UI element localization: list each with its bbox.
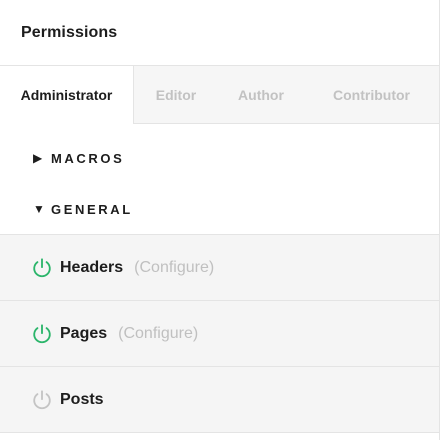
power-icon[interactable]	[31, 257, 53, 279]
group-label-macros: MACROS	[51, 150, 125, 166]
permission-row-headers: Headers (Configure)	[0, 235, 439, 301]
permission-label: Pages	[60, 324, 108, 342]
caret-down-icon: ▼	[33, 202, 45, 216]
panel-header: Permissions	[0, 0, 439, 66]
tab-author[interactable]: Author	[218, 66, 304, 123]
permission-label: Headers	[60, 258, 124, 276]
configure-link[interactable]: (Configure)	[134, 259, 214, 277]
group-label-general: GENERAL	[51, 201, 133, 217]
caret-right-icon: ▶	[33, 151, 43, 165]
tab-editor[interactable]: Editor	[134, 66, 218, 123]
group-toggle-macros[interactable]: ▶ MACROS	[0, 132, 439, 184]
permission-list: Headers (Configure) Pages (Configure) Po…	[0, 234, 439, 433]
tab-contributor[interactable]: Contributor	[304, 66, 439, 123]
power-icon[interactable]	[31, 323, 53, 345]
group-toggle-general[interactable]: ▼ GENERAL	[0, 184, 439, 234]
power-icon[interactable]	[31, 389, 53, 411]
permission-row-pages: Pages (Configure)	[0, 301, 439, 367]
permission-label: Posts	[60, 390, 104, 408]
permission-row-posts: Posts	[0, 367, 439, 433]
page-title: Permissions	[21, 23, 118, 41]
permissions-panel: Permissions Administrator Editor Author …	[0, 0, 440, 440]
tab-administrator[interactable]: Administrator	[0, 66, 134, 124]
configure-link[interactable]: (Configure)	[118, 325, 198, 343]
role-tabs: Administrator Editor Author Contributor	[0, 66, 439, 124]
permission-groups: ▶ MACROS ▼ GENERAL	[0, 124, 439, 234]
